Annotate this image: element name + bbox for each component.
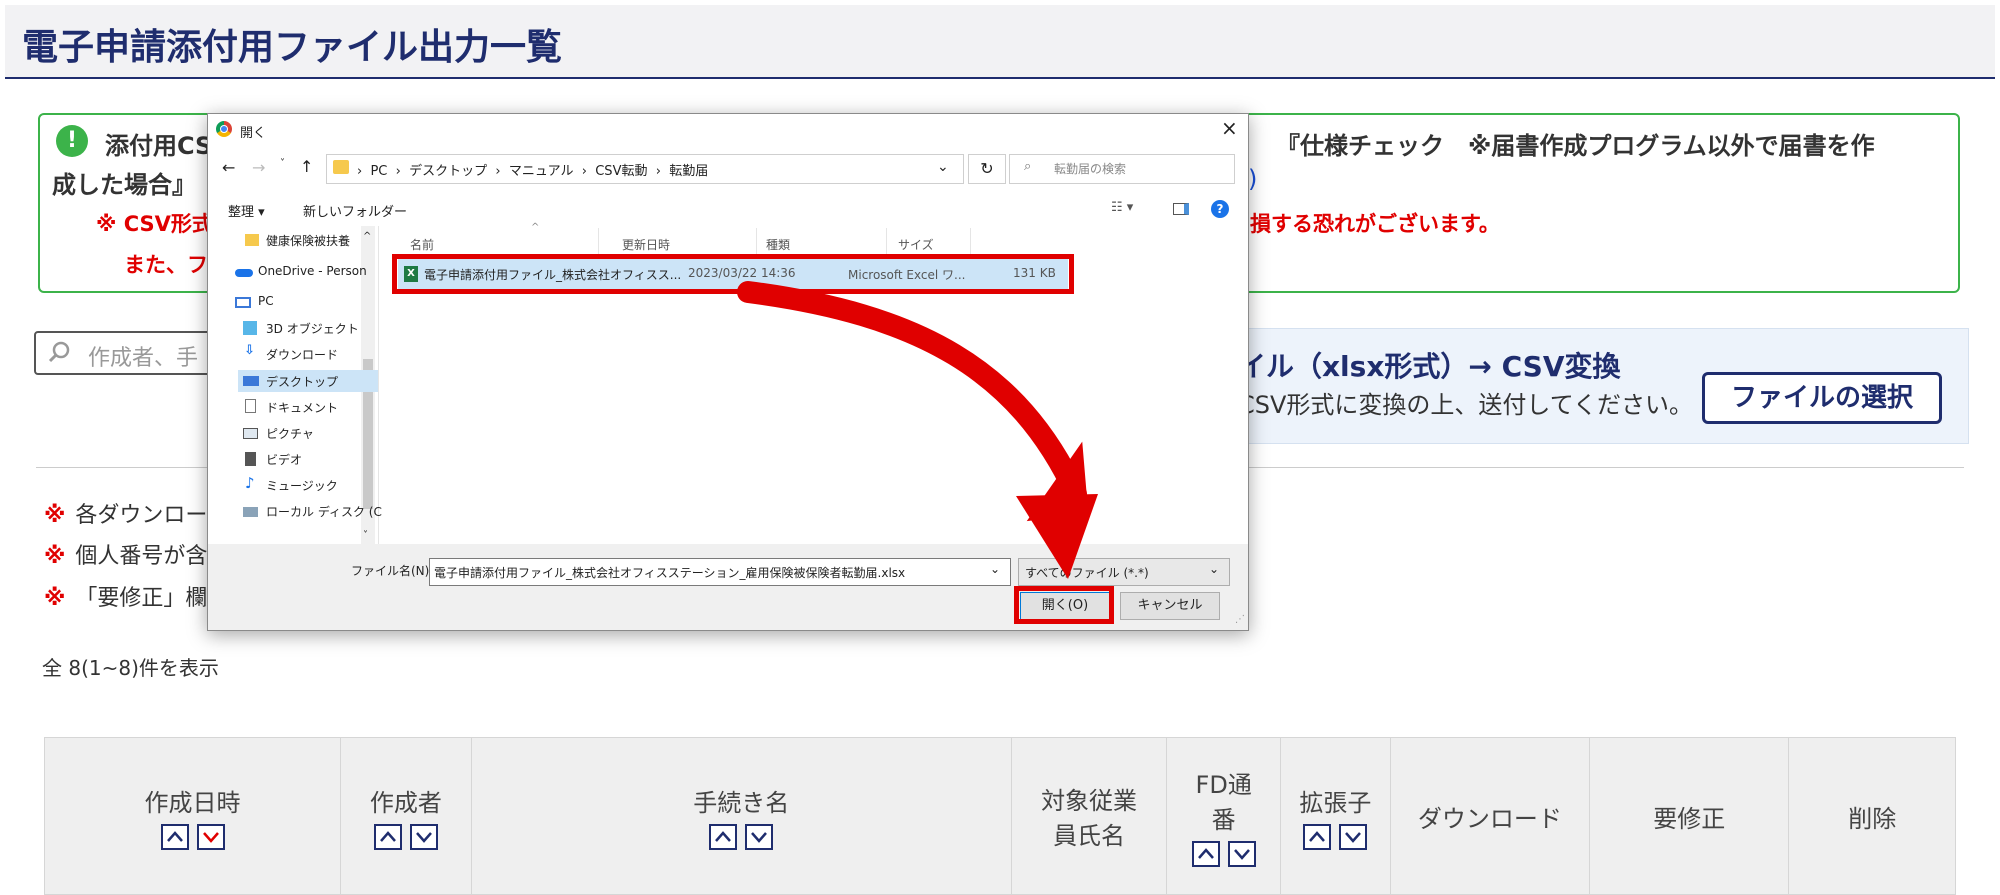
notice-warning-1: ※ CSV形式 bbox=[96, 212, 213, 236]
chevron-up-icon bbox=[379, 830, 396, 842]
chevron-down-icon bbox=[751, 831, 768, 843]
sort-desc-button[interactable] bbox=[196, 823, 225, 850]
col-created-at: 作成日時 bbox=[43, 737, 342, 895]
file-open-dialog: 開く × ← → ˅ ↑ › PC › デスクトップ › マニュアル › CSV… bbox=[207, 113, 1249, 631]
search-placeholder: 作成者、手 bbox=[88, 346, 199, 371]
chevron-up-icon bbox=[1197, 848, 1214, 859]
sort-asc-button[interactable] bbox=[1191, 841, 1220, 867]
notice-warning-3: また、フ bbox=[124, 253, 208, 277]
col-download: ダウンロード bbox=[1389, 737, 1591, 895]
col-needs-fix: 要修正 bbox=[1589, 737, 1790, 895]
chevron-up-icon bbox=[166, 830, 183, 842]
col-employee-name: 対象従業 員氏名 bbox=[1010, 737, 1168, 895]
search-icon bbox=[48, 341, 70, 363]
col-procedure: 手続き名 bbox=[470, 737, 1012, 895]
col-delete: 削除 bbox=[1788, 737, 1956, 895]
col-fd-number: FD通 番 bbox=[1166, 737, 1282, 895]
csv-panel-title: イル（xlsx形式）→ CSV変換 bbox=[1238, 350, 1621, 383]
page-title: 電子申請添付用ファイル出力一覧 bbox=[22, 27, 563, 68]
sort-asc-button[interactable] bbox=[373, 823, 402, 850]
sort-desc-button[interactable] bbox=[1227, 841, 1256, 867]
notice-text-1: 添付用CS bbox=[105, 132, 213, 160]
csv-panel-desc: CSV形式に変換の上、送付してください。 bbox=[1238, 391, 1693, 419]
sort-desc-button[interactable] bbox=[745, 823, 774, 850]
col-extension: 拡張子 bbox=[1280, 737, 1391, 895]
col-creator: 作成者 bbox=[340, 737, 472, 895]
sort-asc-button[interactable] bbox=[1303, 823, 1332, 850]
sort-asc-button[interactable] bbox=[709, 823, 738, 850]
sort-desc-button[interactable] bbox=[1339, 823, 1368, 850]
note-item: ※ 個人番号が含 bbox=[44, 544, 208, 569]
result-count: 全 8(1~8)件を表示 bbox=[42, 656, 219, 680]
chevron-up-icon bbox=[715, 830, 732, 842]
exclamation-icon: ! bbox=[56, 125, 88, 157]
note-item: ※ 各ダウンロー bbox=[44, 503, 208, 528]
chevron-down-icon bbox=[202, 831, 219, 843]
notice-text-2: 『仕様チェック ※届書作成プログラム以外で届書を作 bbox=[1276, 132, 1875, 160]
notice-link[interactable]: ) bbox=[1248, 165, 1257, 193]
chevron-down-icon bbox=[1233, 849, 1250, 860]
results-table: 作成日時 作成者 手続き名 対象従業 員氏名 FD通 番 拡張子 ダウンロード … bbox=[43, 737, 1956, 895]
chevron-down-icon bbox=[415, 831, 432, 843]
sort-asc-button[interactable] bbox=[160, 823, 189, 850]
red-arrow-annotation bbox=[737, 281, 1098, 579]
chevron-up-icon bbox=[1309, 830, 1326, 842]
note-item: ※ 「要修正」欄 bbox=[44, 586, 208, 611]
notice-warning-2: 損する恐れがございます。 bbox=[1250, 212, 1500, 236]
sort-desc-button[interactable] bbox=[409, 823, 438, 850]
file-select-button[interactable]: ファイルの選択 bbox=[1702, 372, 1942, 424]
chevron-down-icon bbox=[1345, 831, 1362, 843]
notice-text-3: 成した場合』 bbox=[52, 171, 196, 199]
